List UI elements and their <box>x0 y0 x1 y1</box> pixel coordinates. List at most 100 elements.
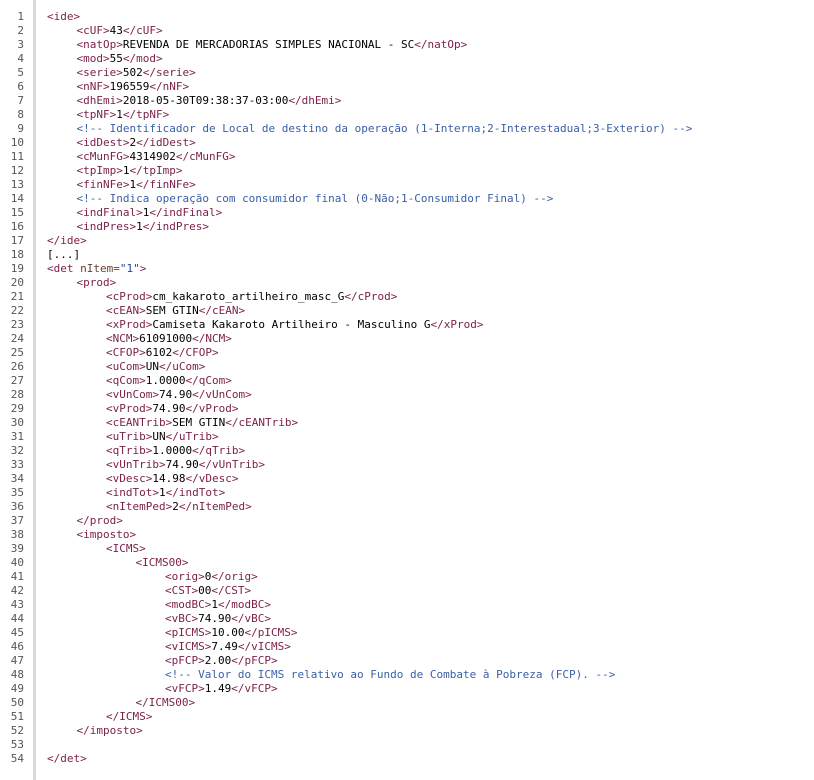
xml-tag: </modBC> <box>217 598 271 611</box>
xml-tag: <vUnTrib> <box>106 458 166 471</box>
line-code: <cProd>cm_kakaroto_artilheiro_masc_G</cP… <box>106 290 397 304</box>
line-number: 35 <box>10 486 24 499</box>
line-number: 48 <box>10 668 24 681</box>
line-code: <uTrib>UN</uTrib> <box>106 430 219 444</box>
xml-tag: </finNFe> <box>136 178 196 191</box>
line-number: 51 <box>10 710 24 723</box>
xml-tag: </prod> <box>76 514 123 527</box>
xml-code-editor[interactable]: 1 <ide> 2 <cUF>43</cUF> 3 <natOp>REVENDA DE M… <box>0 0 814 780</box>
xml-text: 502 <box>122 66 143 79</box>
line-code: <vProd>74.90</vProd> <box>106 402 238 416</box>
xml-tag: </cMunFG> <box>175 150 236 163</box>
xml-tag: </qTrib> <box>192 444 246 457</box>
line-number: 37 <box>10 514 24 527</box>
xml-tag: <uCom> <box>106 360 146 373</box>
xml-tag: </cEANTrib> <box>225 416 299 429</box>
xml-tag: <ICMS00> <box>135 556 189 569</box>
line-number: 30 <box>10 416 24 429</box>
line-number: 6 <box>17 80 24 93</box>
xml-text: 7.49 <box>211 640 238 653</box>
line-code: </ICMS> <box>106 710 152 724</box>
xml-tag: </nItemPed> <box>178 500 252 513</box>
line-code: <qCom>1.0000</qCom> <box>106 374 232 388</box>
xml-comment: <!-- Indica operação com consumidor fina… <box>76 192 554 205</box>
xml-tag: </ICMS> <box>106 710 153 723</box>
line-code: <dhEmi>2018-05-30T09:38:37-03:00</dhEmi> <box>77 94 342 108</box>
xml-text: 4314902 <box>129 150 176 163</box>
line-number: 31 <box>10 430 24 443</box>
line-number: 5 <box>17 66 24 79</box>
line-number: 24 <box>10 332 24 345</box>
xml-tag: </cProd> <box>344 290 398 303</box>
xml-text: UN <box>152 430 166 443</box>
xml-tag: </nNF> <box>149 80 190 93</box>
line-code: <nItemPed>2</nItemPed> <box>106 500 252 514</box>
xml-text: UN <box>145 360 159 373</box>
xml-text: SEM GTIN <box>172 416 226 429</box>
line-number: 47 <box>10 654 24 667</box>
line-number: 19 <box>10 262 24 275</box>
line-code: <indFinal>1</indFinal> <box>77 206 223 220</box>
xml-tag: <indFinal> <box>76 206 143 219</box>
line-number: 18 <box>10 248 24 261</box>
xml-comment: <!-- Identificador de Local de destino d… <box>76 122 693 135</box>
xml-tag: <pFCP> <box>165 654 205 667</box>
line-number: 2 <box>17 24 24 37</box>
line-code: <natOp>REVENDA DE MERCADORIAS SIMPLES NA… <box>77 38 468 52</box>
line-code: <ide> <box>47 10 80 24</box>
xml-tag: </serie> <box>142 66 196 79</box>
xml-text: 74.90 <box>158 388 193 401</box>
xml-text: SEM GTIN <box>145 304 199 317</box>
line-code: <!-- Identificador de Local de destino d… <box>77 122 693 136</box>
xml-tag: </cUF> <box>122 24 163 37</box>
xml-tag: <nItemPed> <box>106 500 173 513</box>
line-code: <cMunFG>4314902</cMunFG> <box>77 150 236 164</box>
line-code: <qTrib>1.0000</qTrib> <box>106 444 245 458</box>
xml-tag: <orig> <box>165 570 205 583</box>
line-code: <vBC>74.90</vBC> <box>165 612 271 626</box>
line-code: <pICMS>10.00</pICMS> <box>165 626 297 640</box>
xml-tag: </pFCP> <box>231 654 278 667</box>
xml-text: REVENDA DE MERCADORIAS SIMPLES NACIONAL … <box>122 38 415 51</box>
line-number: 36 <box>10 500 24 513</box>
line-code: <nNF>196559</nNF> <box>77 80 190 94</box>
xml-tag: </ide> <box>47 234 87 247</box>
xml-tag: </indPres> <box>142 220 209 233</box>
xml-tag: </det> <box>47 752 87 765</box>
line-number: 33 <box>10 458 24 471</box>
line-code: <cEANTrib>SEM GTIN</cEANTrib> <box>106 416 298 430</box>
line-number: 34 <box>10 472 24 485</box>
line-code: <ICMS00> <box>136 556 189 570</box>
xml-tag: <NCM> <box>106 332 140 345</box>
xml-tag: </vDesc> <box>185 472 239 485</box>
xml-tag: <vBC> <box>165 612 199 625</box>
line-code: <finNFe>1</finNFe> <box>77 178 196 192</box>
line-number: 22 <box>10 304 24 317</box>
xml-tag: <cMunFG> <box>76 150 130 163</box>
line-code: <indTot>1</indTot> <box>106 486 225 500</box>
xml-tag: <pICMS> <box>165 626 212 639</box>
xml-tag: </orig> <box>211 570 258 583</box>
xml-text: 6102 <box>145 346 173 359</box>
xml-tag: <idDest> <box>76 136 130 149</box>
xml-tag: <vFCP> <box>165 682 205 695</box>
xml-tag: <mod> <box>76 52 110 65</box>
line-code: <cEAN>SEM GTIN</cEAN> <box>106 304 245 318</box>
xml-tag: <modBC> <box>165 598 212 611</box>
line-code: <tpImp>1</tpImp> <box>77 164 183 178</box>
xml-text: 1.49 <box>204 682 232 695</box>
line-number: 12 <box>10 164 24 177</box>
xml-text: 1 <box>116 108 123 121</box>
xml-tag: </vFCP> <box>231 682 278 695</box>
line-number: 41 <box>10 570 24 583</box>
xml-tag: > <box>139 262 147 275</box>
xml-tag: </pICMS> <box>244 626 298 639</box>
xml-tag: <indPres> <box>76 220 137 233</box>
xml-text: 1 <box>136 220 143 233</box>
xml-text: Camiseta Kakaroto Artilheiro - Masculino… <box>152 318 431 331</box>
line-code: </ide> <box>47 234 87 248</box>
xml-tag: <cEANTrib> <box>106 416 173 429</box>
xml-tag: </tpNF> <box>122 108 170 121</box>
xml-text: 14.98 <box>152 472 186 485</box>
xml-text: 00 <box>198 584 212 597</box>
